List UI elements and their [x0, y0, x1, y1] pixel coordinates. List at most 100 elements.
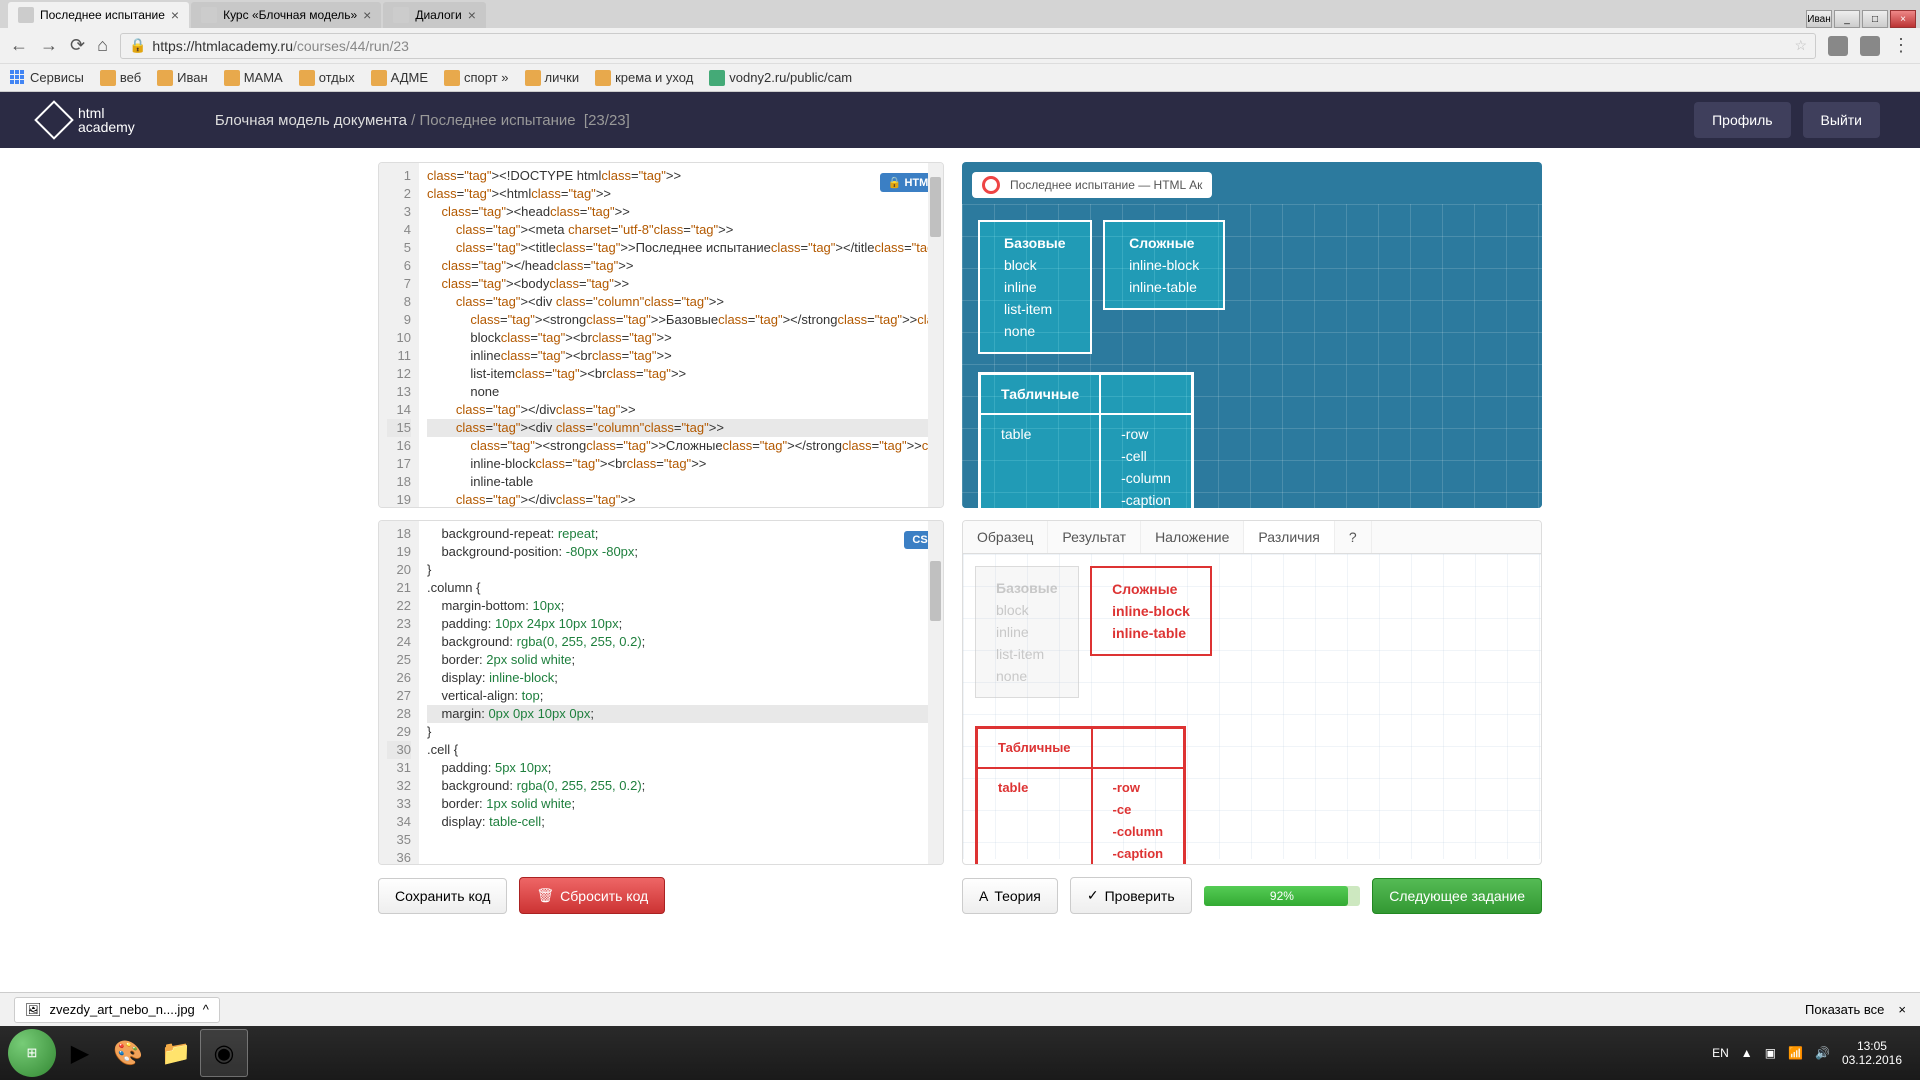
- theory-button[interactable]: AТеория: [962, 878, 1058, 914]
- forward-icon[interactable]: →: [40, 35, 58, 56]
- css-editor[interactable]: CSS 181920212223242526272829303132333435…: [378, 520, 944, 866]
- bookmarks-bar: Сервисы веб Иван МАМА отдых АДМЕ спорт »…: [0, 64, 1920, 92]
- reload-icon[interactable]: ⟳: [70, 35, 85, 56]
- download-filename: zvezdy_art_nebo_n....jpg: [50, 1002, 195, 1017]
- app-header: htmlacademy Блочная модель документа / П…: [0, 92, 1920, 148]
- star-icon[interactable]: ☆: [1794, 37, 1807, 54]
- url-input[interactable]: 🔒 https://htmlacademy.ru/courses/44/run/…: [120, 33, 1816, 59]
- tab-diff[interactable]: Различия: [1244, 521, 1334, 553]
- bookmark[interactable]: отдых: [299, 70, 355, 86]
- scrollbar[interactable]: [928, 163, 943, 507]
- tab-title: Последнее испытание: [40, 8, 165, 22]
- diff-box: Сложные inline-block inline-table: [1090, 566, 1212, 656]
- compare-body: Базовые block inline list-item none Слож…: [963, 554, 1541, 860]
- trash-icon: 🗑: [536, 887, 554, 904]
- extension-icon[interactable]: [1860, 36, 1880, 56]
- download-item[interactable]: 🖼 zvezdy_art_nebo_n....jpg ^: [14, 997, 220, 1023]
- start-button[interactable]: ⊞: [8, 1029, 56, 1077]
- taskbar-chrome-icon[interactable]: ◉: [200, 1029, 248, 1077]
- breadcrumb: Блочная модель документа / Последнее исп…: [215, 112, 630, 129]
- tab-title: Курс «Блочная модель»: [223, 8, 357, 22]
- bookmark[interactable]: крема и уход: [595, 70, 693, 86]
- check-button[interactable]: ✓Проверить: [1070, 877, 1192, 914]
- chevron-up-icon[interactable]: ^: [203, 1002, 209, 1017]
- image-icon: 🖼: [25, 1002, 42, 1018]
- main-workspace: 🔒HTML 1234567891011121314151617181920212…: [0, 148, 1920, 928]
- logout-button[interactable]: Выйти: [1803, 102, 1880, 138]
- save-button[interactable]: Сохранить код: [378, 878, 507, 914]
- browser-tab-2[interactable]: Диалоги×: [383, 2, 486, 28]
- preview-table: Табличные table -row -cell -column -capt…: [978, 372, 1194, 508]
- profile-button[interactable]: Профиль: [1694, 102, 1790, 138]
- browser-chrome: Последнее испытание × Курс «Блочная модел…: [0, 0, 1920, 92]
- bookmark[interactable]: спорт »: [444, 70, 509, 86]
- blueprint-area: Базовые block inline list-item none Слож…: [962, 204, 1542, 508]
- logo[interactable]: htmlacademy: [40, 106, 135, 134]
- next-task-button[interactable]: Следующее задание: [1372, 878, 1542, 914]
- clock[interactable]: 13:05 03.12.2016: [1842, 1039, 1902, 1068]
- reset-button[interactable]: 🗑Сбросить код: [519, 877, 665, 914]
- code-content[interactable]: class="tag"><!DOCTYPE htmlclass="tag">>c…: [419, 163, 943, 507]
- bookmark[interactable]: Иван: [157, 70, 208, 86]
- close-icon[interactable]: ×: [468, 7, 476, 23]
- bookmark[interactable]: веб: [100, 70, 141, 86]
- extension-icon[interactable]: [1828, 36, 1848, 56]
- favicon-icon: [393, 7, 409, 23]
- favicon-icon: [18, 7, 34, 23]
- lock-icon: 🔒: [129, 37, 146, 54]
- user-badge[interactable]: Иван: [1806, 10, 1832, 28]
- preview-box-complex: Сложные inline-block inline-table: [1103, 220, 1225, 310]
- compare-tabs: Образец Результат Наложение Различия ?: [963, 521, 1541, 554]
- compare-panel: Образец Результат Наложение Различия ? Б…: [962, 520, 1542, 866]
- bookmark[interactable]: лички: [525, 70, 580, 86]
- bookmark[interactable]: АДМЕ: [371, 70, 428, 86]
- close-icon[interactable]: ×: [363, 7, 371, 23]
- logo-text: htmlacademy: [78, 106, 135, 134]
- maximize-button[interactable]: □: [1862, 10, 1888, 28]
- code-content[interactable]: background-repeat: repeat; background-po…: [419, 521, 943, 865]
- bookmark-label: отдых: [319, 70, 355, 85]
- browser-tab-1[interactable]: Курс «Блочная модель» ×: [191, 2, 381, 28]
- bookmark[interactable]: МАМА: [224, 70, 283, 86]
- language-indicator[interactable]: EN: [1712, 1046, 1729, 1060]
- close-icon[interactable]: ×: [1898, 1002, 1906, 1017]
- tab-result[interactable]: Результат: [1048, 521, 1141, 553]
- progress-value: 92%: [1204, 886, 1361, 906]
- tray-action-icon[interactable]: ▣: [1765, 1046, 1776, 1060]
- bookmark-label: веб: [120, 70, 141, 85]
- bookmark-label: спорт »: [464, 70, 509, 85]
- preview-tab: Последнее испытание — HTML Ак: [972, 172, 1212, 198]
- tray-network-icon[interactable]: 📶: [1788, 1046, 1803, 1060]
- html-editor[interactable]: 🔒HTML 1234567891011121314151617181920212…: [378, 162, 944, 508]
- taskbar: ⊞ ▶ 🎨 📁 ◉ EN ▲ ▣ 📶 🔊 13:05 03.12.2016: [0, 1026, 1920, 1080]
- bookmark-label: АДМЕ: [391, 70, 428, 85]
- taskbar-paint-icon[interactable]: 🎨: [104, 1029, 152, 1077]
- back-icon[interactable]: ←: [10, 35, 28, 56]
- taskbar-media-icon[interactable]: ▶: [56, 1029, 104, 1077]
- menu-icon[interactable]: ⋮: [1892, 35, 1910, 56]
- browser-tab-0[interactable]: Последнее испытание ×: [8, 2, 189, 28]
- bookmark[interactable]: vodny2.ru/public/cam: [709, 70, 852, 86]
- bookmark-label: крема и уход: [615, 70, 693, 85]
- preview-title: Последнее испытание — HTML Ак: [1010, 178, 1202, 192]
- minimize-button[interactable]: _: [1834, 10, 1860, 28]
- tab-help[interactable]: ?: [1335, 521, 1372, 553]
- home-icon[interactable]: ⌂: [97, 35, 108, 56]
- close-icon[interactable]: ×: [171, 7, 179, 23]
- line-gutter: 1819202122232425262728293031323334353637…: [379, 521, 419, 865]
- url-host: https://htmlacademy.ru: [152, 38, 293, 54]
- tab-sample[interactable]: Образец: [963, 521, 1048, 553]
- diff-table: Табличные table -row -ce -column -captio…: [975, 726, 1186, 866]
- show-all-downloads[interactable]: Показать все: [1805, 1002, 1884, 1017]
- scrollbar[interactable]: [928, 521, 943, 865]
- close-window-button[interactable]: ×: [1890, 10, 1916, 28]
- font-icon: A: [979, 888, 988, 904]
- check-icon: ✓: [1087, 887, 1099, 904]
- tray-flag-icon[interactable]: ▲: [1741, 1046, 1753, 1060]
- apps-button[interactable]: Сервисы: [10, 70, 84, 86]
- tray-volume-icon[interactable]: 🔊: [1815, 1046, 1830, 1060]
- tab-overlay[interactable]: Наложение: [1141, 521, 1244, 553]
- taskbar-explorer-icon[interactable]: 📁: [152, 1029, 200, 1077]
- progress-bar: 92%: [1204, 886, 1361, 906]
- preview-box-basic: Базовые block inline list-item none: [978, 220, 1092, 354]
